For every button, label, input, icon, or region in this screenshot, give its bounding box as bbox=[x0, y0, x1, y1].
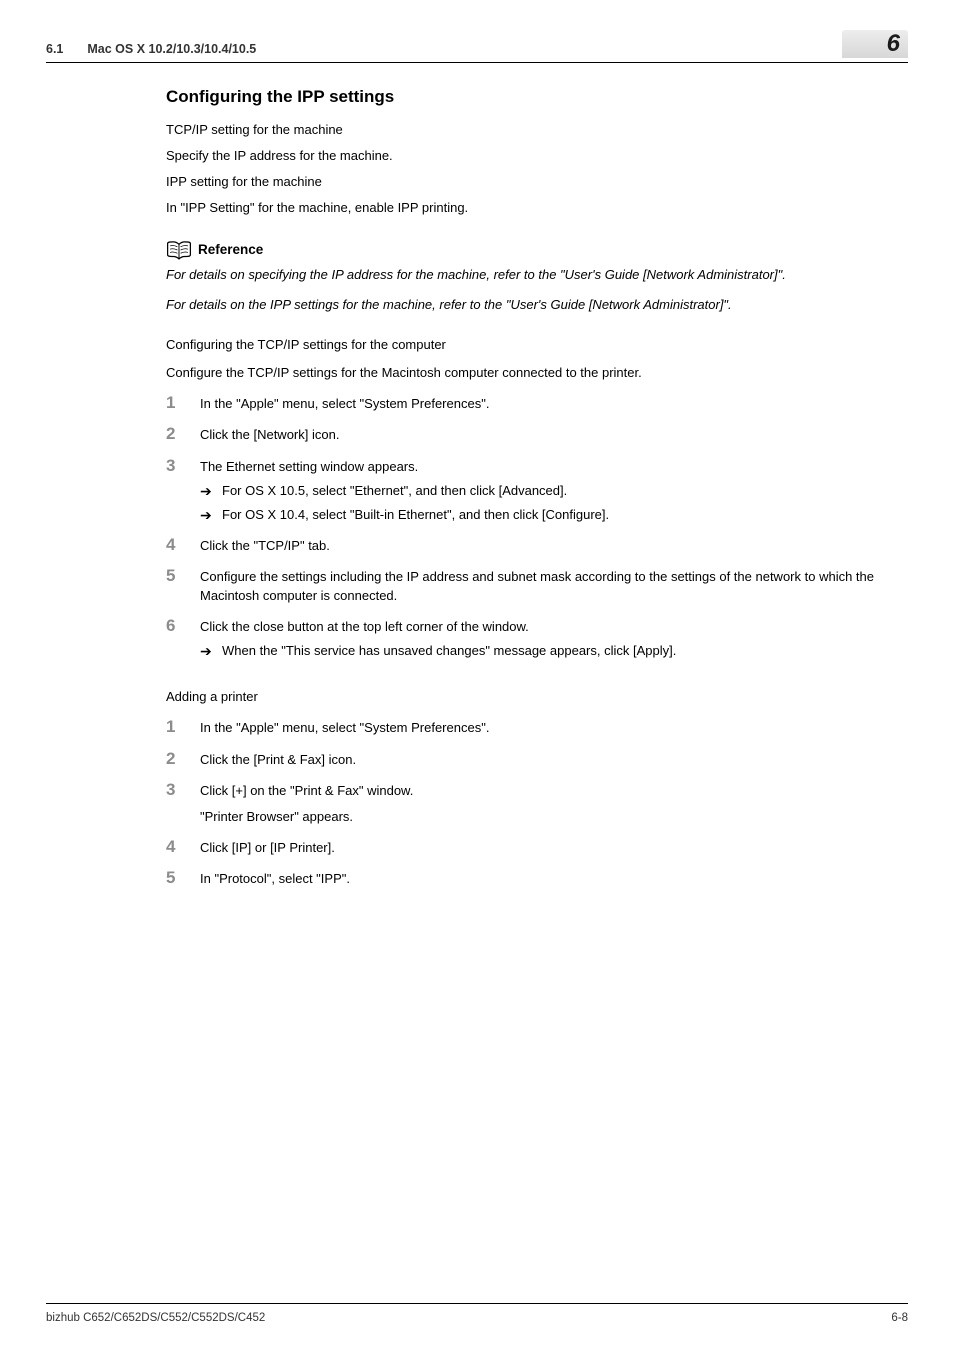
step-text: In the "Apple" menu, select "System Pref… bbox=[200, 394, 898, 413]
step-number: 1 bbox=[166, 718, 200, 737]
page-header: 6.1 Mac OS X 10.2/10.3/10.4/10.5 6 bbox=[46, 30, 908, 62]
adding-steps: 1 In the "Apple" menu, select "System Pr… bbox=[166, 718, 898, 888]
step-number: 5 bbox=[166, 869, 200, 888]
reference-item: For details on the IPP settings for the … bbox=[166, 296, 898, 314]
step-text: Click the close button at the top left c… bbox=[200, 618, 898, 636]
subheading-tcpip: Configuring the TCP/IP settings for the … bbox=[166, 336, 898, 354]
step-number: 2 bbox=[166, 750, 200, 769]
header-divider bbox=[46, 62, 908, 63]
sub-text: For OS X 10.4, select "Built-in Ethernet… bbox=[222, 506, 898, 524]
step-text: Click [+] on the "Print & Fax" window. bbox=[200, 782, 898, 800]
intro-para: In "IPP Setting" for the machine, enable… bbox=[166, 199, 898, 217]
step-body: Click the close button at the top left c… bbox=[200, 617, 898, 660]
step-item: 5 In "Protocol", select "IPP". bbox=[166, 869, 898, 888]
sub-item: ➔ For OS X 10.5, select "Ethernet", and … bbox=[200, 482, 898, 500]
step-item: 2 Click the [Print & Fax] icon. bbox=[166, 750, 898, 769]
page-title: Configuring the IPP settings bbox=[166, 85, 898, 109]
footer-right: 6-8 bbox=[891, 1310, 908, 1326]
step-number: 2 bbox=[166, 425, 200, 444]
arrow-icon: ➔ bbox=[200, 506, 222, 524]
intro-para: Specify the IP address for the machine. bbox=[166, 147, 898, 165]
step-body: Click [+] on the "Print & Fax" window. "… bbox=[200, 781, 898, 826]
page-footer: bizhub C652/C652DS/C552/C552DS/C452 6-8 bbox=[46, 1303, 908, 1326]
step-item: 3 Click [+] on the "Print & Fax" window.… bbox=[166, 781, 898, 826]
step-number: 1 bbox=[166, 394, 200, 413]
sub-text: For OS X 10.5, select "Ethernet", and th… bbox=[222, 482, 898, 500]
step-number: 5 bbox=[166, 567, 200, 586]
step-text: Configure the settings including the IP … bbox=[200, 567, 898, 604]
intro-para: TCP/IP setting for the machine bbox=[166, 121, 898, 139]
step-item: 1 In the "Apple" menu, select "System Pr… bbox=[166, 394, 898, 413]
step-item: 4 Click [IP] or [IP Printer]. bbox=[166, 838, 898, 857]
step-text: Click [IP] or [IP Printer]. bbox=[200, 838, 898, 857]
step-after: "Printer Browser" appears. bbox=[200, 808, 898, 826]
step-number: 4 bbox=[166, 838, 200, 857]
book-icon bbox=[166, 240, 192, 260]
reference-item: For details on specifying the IP address… bbox=[166, 266, 898, 284]
header-left: 6.1 Mac OS X 10.2/10.3/10.4/10.5 bbox=[46, 41, 256, 59]
step-number: 3 bbox=[166, 781, 200, 800]
step-text: The Ethernet setting window appears. bbox=[200, 458, 898, 476]
tcpip-steps: 1 In the "Apple" menu, select "System Pr… bbox=[166, 394, 898, 660]
content-area: Configuring the IPP settings TCP/IP sett… bbox=[46, 85, 908, 888]
step-item: 6 Click the close button at the top left… bbox=[166, 617, 898, 660]
footer-left: bizhub C652/C652DS/C552/C552DS/C452 bbox=[46, 1310, 265, 1326]
step-item: 4 Click the "TCP/IP" tab. bbox=[166, 536, 898, 555]
chapter-tab: 6 bbox=[842, 30, 908, 58]
step-text: In the "Apple" menu, select "System Pref… bbox=[200, 718, 898, 737]
intro-para: IPP setting for the machine bbox=[166, 173, 898, 191]
sub-text: When the "This service has unsaved chang… bbox=[222, 642, 898, 660]
step-number: 6 bbox=[166, 617, 200, 636]
reference-heading: Reference bbox=[166, 240, 898, 260]
sub-item: ➔ When the "This service has unsaved cha… bbox=[200, 642, 898, 660]
tcpip-intro: Configure the TCP/IP settings for the Ma… bbox=[166, 364, 898, 382]
footer-divider bbox=[46, 1303, 908, 1304]
chapter-number: 6 bbox=[887, 30, 900, 57]
arrow-icon: ➔ bbox=[200, 482, 222, 500]
sub-item: ➔ For OS X 10.4, select "Built-in Ethern… bbox=[200, 506, 898, 524]
section-title-text: Mac OS X 10.2/10.3/10.4/10.5 bbox=[87, 42, 256, 56]
step-text: Click the [Print & Fax] icon. bbox=[200, 750, 898, 769]
reference-label: Reference bbox=[198, 241, 263, 260]
section-number: 6.1 bbox=[46, 42, 63, 56]
step-body: The Ethernet setting window appears. ➔ F… bbox=[200, 457, 898, 525]
step-text: Click the [Network] icon. bbox=[200, 425, 898, 444]
subheading-adding: Adding a printer bbox=[166, 688, 898, 706]
step-number: 3 bbox=[166, 457, 200, 476]
step-number: 4 bbox=[166, 536, 200, 555]
step-item: 2 Click the [Network] icon. bbox=[166, 425, 898, 444]
arrow-icon: ➔ bbox=[200, 642, 222, 660]
step-text: In "Protocol", select "IPP". bbox=[200, 869, 898, 888]
step-item: 3 The Ethernet setting window appears. ➔… bbox=[166, 457, 898, 525]
step-text: Click the "TCP/IP" tab. bbox=[200, 536, 898, 555]
step-item: 1 In the "Apple" menu, select "System Pr… bbox=[166, 718, 898, 737]
step-item: 5 Configure the settings including the I… bbox=[166, 567, 898, 604]
